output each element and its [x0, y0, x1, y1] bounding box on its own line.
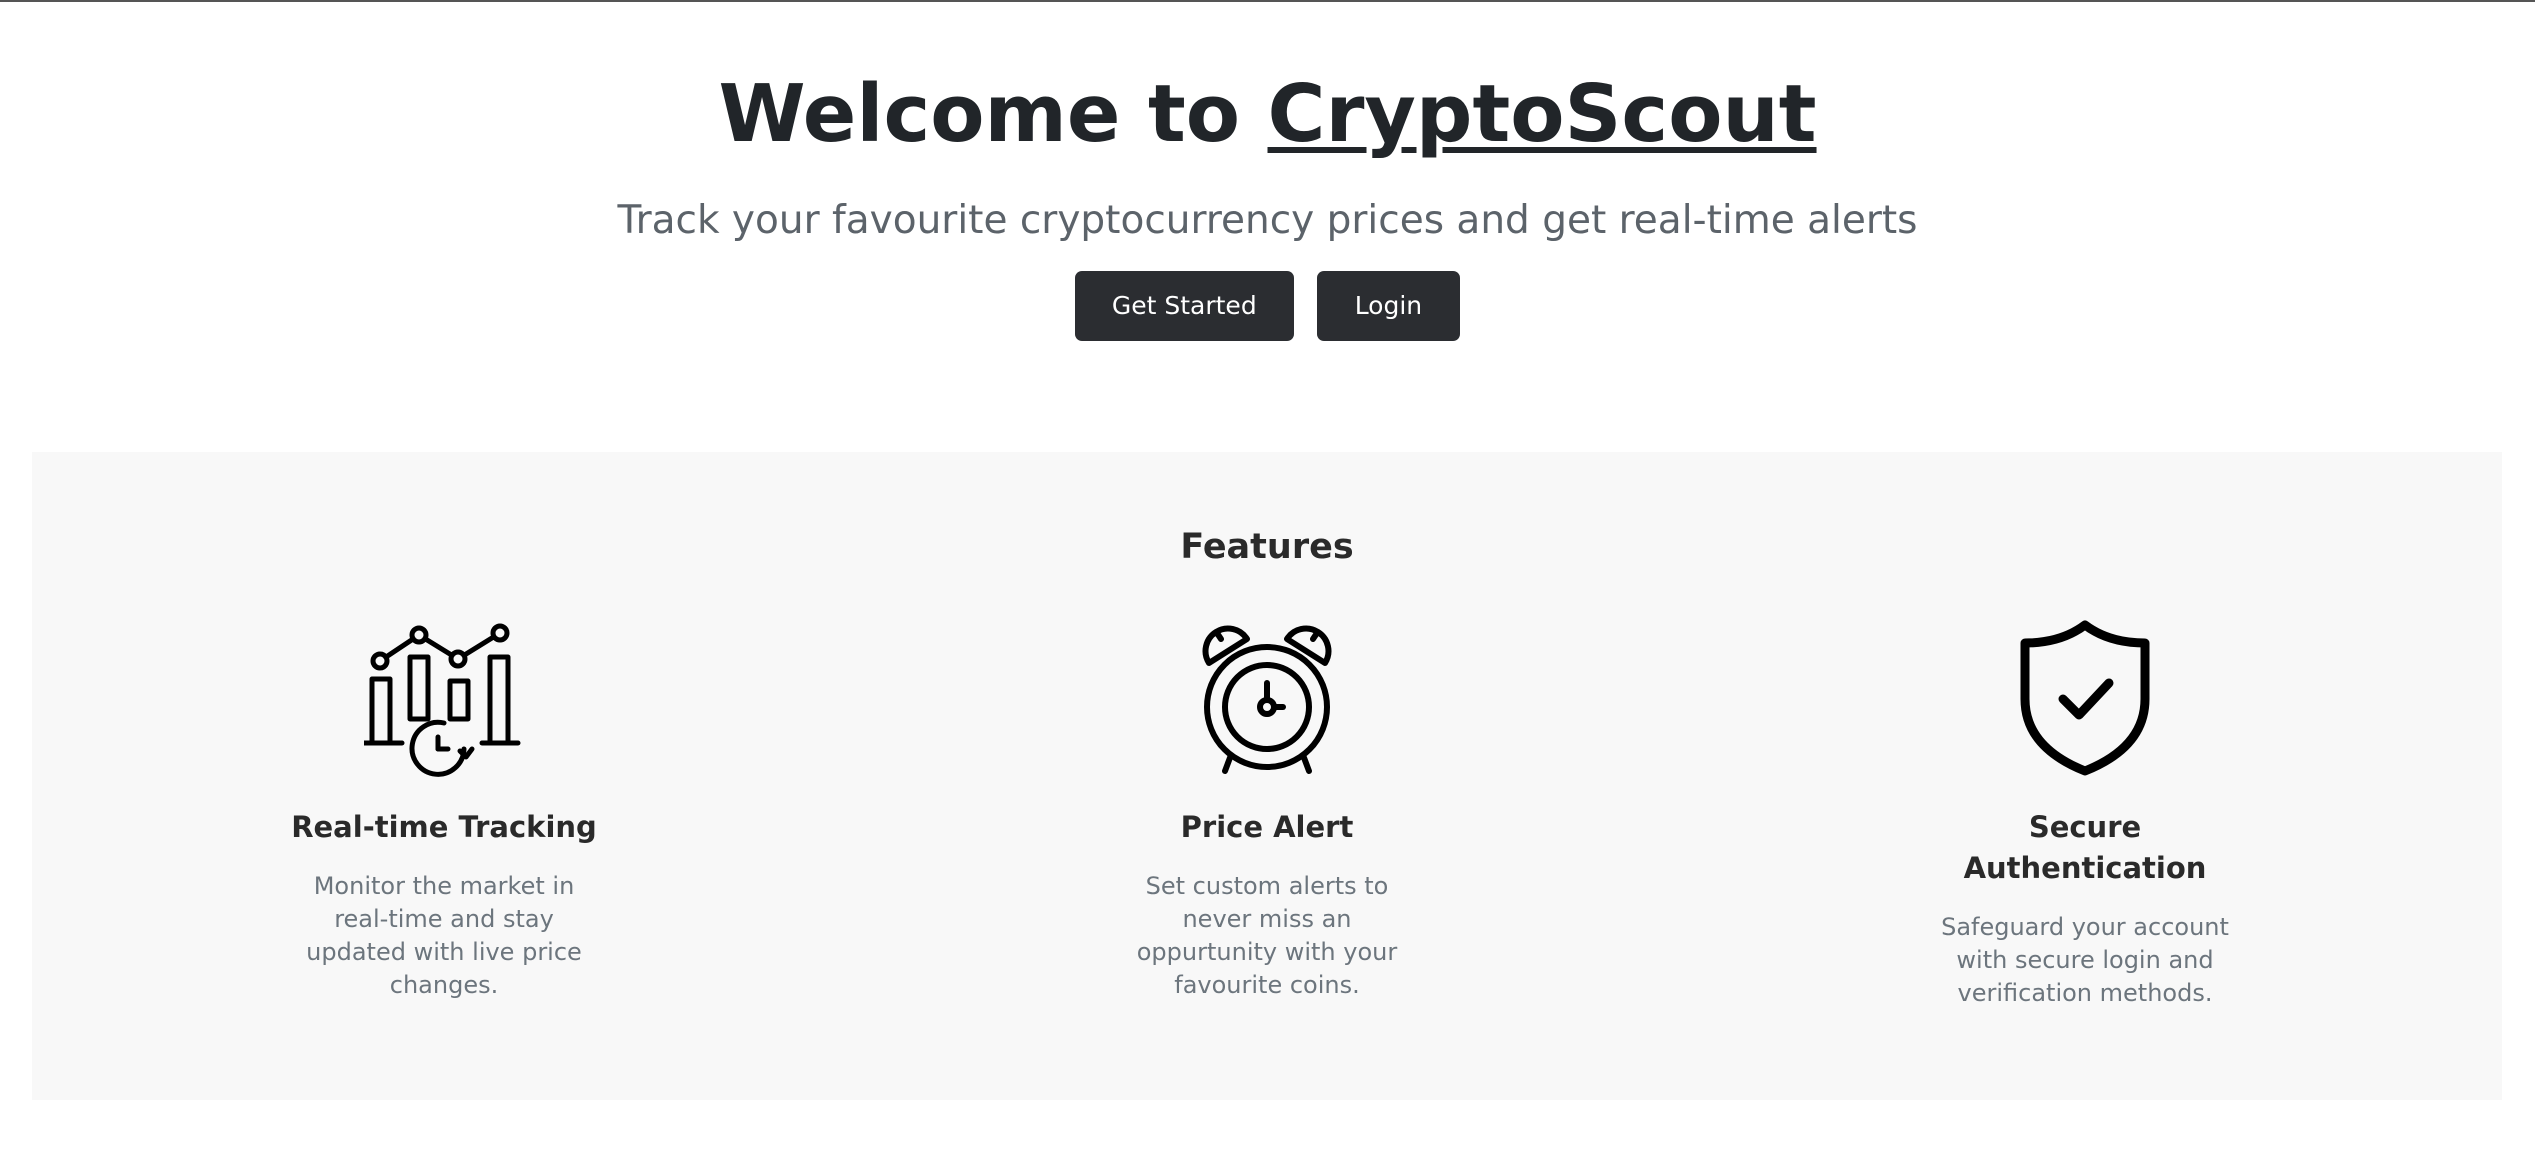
- chart-clock-icon: [364, 623, 521, 777]
- hero-subtitle: Track your favourite cryptocurrency pric…: [617, 197, 1918, 243]
- login-button[interactable]: Login: [1316, 270, 1461, 341]
- brand-link[interactable]: CryptoScout: [1268, 68, 1817, 160]
- feature-description: Safeguard your account with secure login…: [1941, 913, 2229, 1007]
- features-title: Features: [1180, 527, 1354, 567]
- get-started-button[interactable]: Get Started: [1074, 270, 1294, 341]
- feature-card-realtime-tracking: Real-time Tracking Monitor the market in…: [274, 617, 614, 1002]
- feature-title: Real-time Tracking: [291, 810, 597, 844]
- hero-button-group: Get Started Login: [0, 270, 2535, 341]
- title-prefix: Welcome to: [718, 68, 1268, 160]
- page-title: Welcome to CryptoScout: [0, 67, 2535, 162]
- feature-description: Set custom alerts to never miss an oppur…: [1136, 872, 1398, 999]
- features-section: Features Real-time Tracking Monitor the …: [32, 452, 2502, 1100]
- shield-check-icon: [2020, 620, 2150, 776]
- feature-title: Price Alert: [1180, 810, 1354, 844]
- feature-card-price-alert: Price Alert Set custom alerts to never m…: [1097, 617, 1437, 1002]
- feature-description: Monitor the market in real-time and stay…: [306, 872, 582, 999]
- feature-card-secure-authentication: Secure Authentication Safeguard your acc…: [1915, 617, 2255, 1010]
- hero-section: Welcome to CryptoScout Track your favour…: [0, 2, 2535, 341]
- alarm-clock-icon: [1202, 625, 1332, 774]
- feature-title: Secure Authentication: [1963, 810, 2207, 885]
